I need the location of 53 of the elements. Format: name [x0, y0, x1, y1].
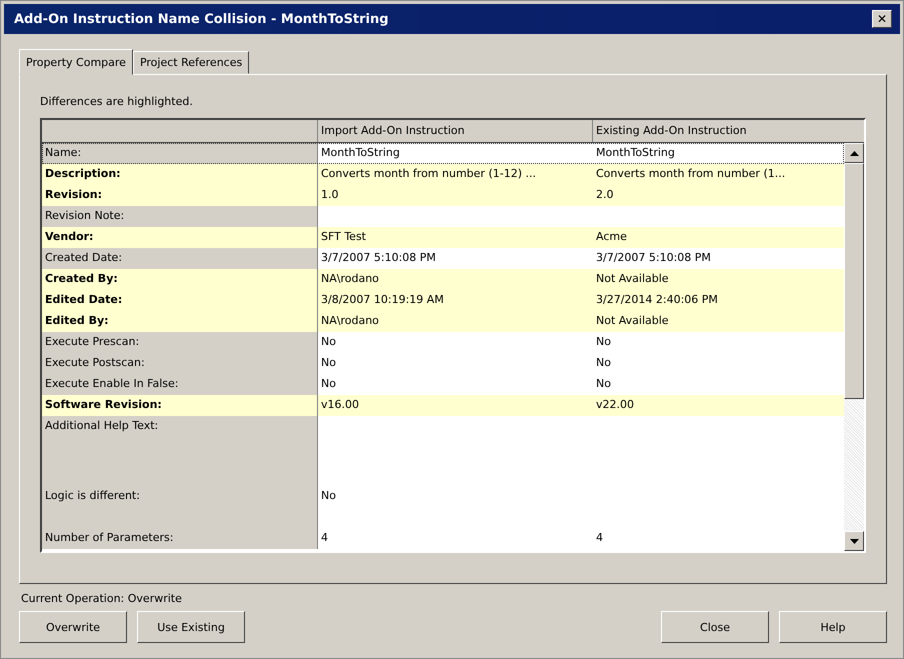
table-cell-text: No — [320, 355, 337, 371]
property-label: Vendor: — [42, 227, 318, 248]
property-label: Execute Enable In False: — [42, 374, 318, 395]
table-cell-text: Not Available — [595, 313, 670, 329]
table-cell-text: SFT Test — [320, 229, 367, 245]
table-cell-text: No — [320, 334, 337, 350]
table-cell-text: Converts month from number (1... — [595, 166, 786, 182]
scroll-thumb[interactable] — [844, 163, 864, 399]
table-cell-text: No — [320, 376, 337, 392]
close-button[interactable]: ✕ — [872, 10, 892, 28]
table-cell-text: Converts month from number (1-12) ... — [320, 166, 537, 182]
table-cell-text: MonthToString — [595, 145, 676, 161]
property-label: Name: — [42, 143, 318, 164]
column-header: Existing Add-On Instruction — [595, 123, 748, 139]
column-header: Import Add-On Instruction — [318, 120, 593, 142]
dialog-button[interactable]: Overwrite — [19, 611, 127, 643]
scroll-up-icon[interactable] — [844, 143, 864, 163]
property-label: Created Date: — [42, 248, 318, 269]
table-cell-text: 3/8/2007 10:19:19 AM — [320, 292, 445, 308]
property-label: Revision Note: — [42, 206, 318, 227]
table-cell-text: No — [595, 334, 612, 350]
table-cell-text: NA\rodano — [320, 271, 380, 287]
table-cell-text: 4 — [320, 530, 329, 546]
table-cell-text: No — [320, 488, 337, 502]
table-cell-text: No — [595, 376, 612, 392]
scrollbar[interactable] — [844, 143, 864, 551]
table-cell-text: 1.0 — [320, 187, 340, 203]
property-label: Execute Postscan: — [42, 353, 318, 374]
table-cell-text: 3/27/2014 2:40:06 PM — [595, 292, 719, 308]
table-cell-text: No — [595, 355, 612, 371]
tab[interactable]: Property Compare — [19, 49, 133, 75]
property-label: Execute Prescan: — [42, 332, 318, 353]
dialog-button[interactable]: Help — [779, 611, 887, 643]
table-cell-text: 4 — [595, 530, 604, 546]
status-text: Current Operation: Overwrite — [21, 592, 183, 605]
table-cell-text: Not Available — [595, 271, 670, 287]
dialog-button[interactable]: Use Existing — [137, 611, 245, 643]
table-cell-text: v16.00 — [320, 397, 360, 413]
property-label: Number of Parameters: — [42, 528, 318, 549]
tab[interactable]: Project References — [132, 51, 250, 74]
table-cell-text: 3/7/2007 5:10:08 PM — [320, 250, 437, 266]
table-cell-text: Acme — [595, 229, 628, 245]
property-label: Additional Help Text: — [42, 416, 318, 462]
table-cell-text: 3/7/2007 5:10:08 PM — [595, 250, 712, 266]
table-cell-text: v22.00 — [595, 397, 636, 413]
hint-text: Differences are highlighted. — [40, 95, 194, 108]
window-title: Add-On Instruction Name Collision - MonthToString — [14, 12, 389, 26]
table-cell-text: MonthToString — [320, 145, 401, 161]
property-label: Logic is different: — [42, 462, 318, 528]
scroll-down-icon[interactable] — [844, 531, 864, 551]
table-cell-text: NA\rodano — [320, 313, 380, 329]
table-cell-text: 2.0 — [595, 187, 614, 203]
dialog-button[interactable]: Close — [661, 611, 769, 643]
